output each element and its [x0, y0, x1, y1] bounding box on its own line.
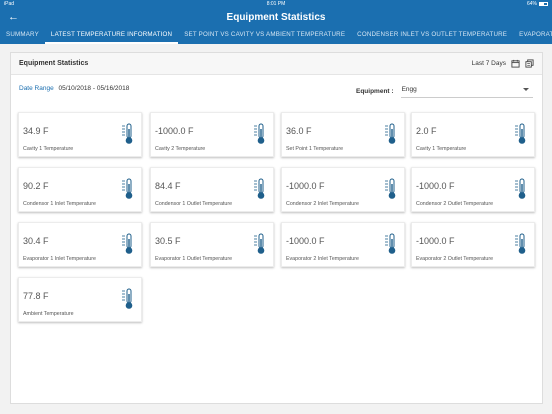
- temperature-label: Cavity 1 Temperature: [23, 146, 74, 152]
- export-icon[interactable]: [525, 59, 534, 68]
- statistics-panel: Equipment Statistics Last 7 Days Date Ra…: [10, 52, 543, 404]
- thermometer-icon: [514, 233, 527, 255]
- page-title: Equipment Statistics: [226, 12, 326, 23]
- temperature-card[interactable]: 84.4 F Condensor 1 Outlet Temperature: [150, 167, 274, 212]
- nav-bar: ← Equipment Statistics: [0, 8, 552, 28]
- thermometer-icon: [121, 178, 134, 200]
- date-range: Date Range 05/10/2018 - 05/16/2018: [19, 85, 129, 92]
- thermometer-icon: [253, 178, 266, 200]
- thermometer-icon: [121, 233, 134, 255]
- thermometer-icon: [121, 288, 134, 310]
- temperature-value: -1000.0 F: [286, 236, 325, 246]
- temperature-label: Evaporator 1 Outlet Temperature: [155, 256, 233, 262]
- period-label[interactable]: Last 7 Days: [472, 60, 506, 67]
- temperature-label: Evaporator 2 Outlet Temperature: [416, 256, 494, 262]
- thermometer-icon: [384, 123, 397, 145]
- equipment-selected-value: Engg: [401, 86, 417, 93]
- temperature-value: 30.5 F: [155, 236, 181, 246]
- tab-condenser-inlet-outlet[interactable]: CONDENSER INLET VS OUTLET TEMPERATURE: [351, 28, 513, 44]
- period-selector: Last 7 Days: [472, 59, 534, 68]
- temperature-value: 77.8 F: [23, 291, 49, 301]
- temperature-label: Cavity 1 Temperature: [416, 146, 467, 152]
- temperature-card[interactable]: 34.9 F Cavity 1 Temperature: [18, 112, 142, 157]
- equipment-filter: Equipment : Engg: [356, 84, 533, 98]
- tab-summary[interactable]: SUMMARY: [0, 28, 45, 44]
- temperature-card[interactable]: 90.2 F Condensor 1 Inlet Temperature: [18, 167, 142, 212]
- temperature-label: Evaporator 2 Inlet Temperature: [286, 256, 359, 262]
- tab-setpoint-cavity-ambient[interactable]: SET POINT VS CAVITY VS AMBIENT TEMPERATU…: [178, 28, 351, 44]
- temperature-value: 2.0 F: [416, 126, 437, 136]
- thermometer-icon: [253, 233, 266, 255]
- status-time: 8:01 PM: [266, 1, 286, 7]
- temperature-card[interactable]: -1000.0 F Cavity 2 Temperature: [150, 112, 274, 157]
- temperature-value: -1000.0 F: [155, 126, 194, 136]
- temperature-value: 84.4 F: [155, 181, 181, 191]
- date-range-value: 05/10/2018 - 05/16/2018: [58, 85, 130, 92]
- chevron-down-icon: [522, 88, 529, 91]
- temperature-value: -1000.0 F: [286, 181, 325, 191]
- temperature-label: Cavity 2 Temperature: [155, 146, 206, 152]
- status-bar: iPad 8:01 PM 64%: [0, 0, 552, 8]
- temperature-card[interactable]: 2.0 F Cavity 1 Temperature: [411, 112, 535, 157]
- temperature-card[interactable]: 36.0 F Set Point 1 Temperature: [281, 112, 405, 157]
- temperature-card[interactable]: 30.4 F Evaporator 1 Inlet Temperature: [18, 222, 142, 267]
- panel-title: Equipment Statistics: [19, 60, 89, 67]
- calendar-icon[interactable]: [511, 59, 520, 68]
- temperature-value: 30.4 F: [23, 236, 49, 246]
- tab-bar: SUMMARY LATEST TEMPERATURE INFORMATION S…: [0, 28, 552, 44]
- date-range-label: Date Range: [19, 85, 54, 92]
- temperature-label: Condensor 1 Inlet Temperature: [23, 201, 96, 207]
- tab-latest-temperature[interactable]: LATEST TEMPERATURE INFORMATION: [44, 28, 179, 44]
- temperature-value: 90.2 F: [23, 181, 49, 191]
- thermometer-icon: [121, 123, 134, 145]
- battery-percent: 64%: [526, 1, 537, 7]
- temperature-label: Ambient Temperature: [23, 311, 74, 317]
- thermometer-icon: [514, 178, 527, 200]
- battery-icon: [539, 2, 548, 6]
- temperature-card[interactable]: 77.8 F Ambient Temperature: [18, 277, 142, 322]
- thermometer-icon: [384, 233, 397, 255]
- thermometer-icon: [253, 123, 266, 145]
- temperature-card[interactable]: -1000.0 F Evaporator 2 Outlet Temperature: [411, 222, 535, 267]
- temperature-value: 36.0 F: [286, 126, 312, 136]
- tab-evaporator[interactable]: EVAPORATO: [513, 28, 552, 44]
- equipment-select[interactable]: Engg: [400, 84, 533, 98]
- temperature-value: 34.9 F: [23, 126, 49, 136]
- equipment-label: Equipment :: [356, 87, 394, 95]
- temperature-label: Set Point 1 Temperature: [286, 146, 344, 152]
- temperature-value: -1000.0 F: [416, 181, 455, 191]
- panel-header: Equipment Statistics Last 7 Days: [11, 53, 542, 75]
- battery-status: 64%: [527, 1, 548, 7]
- temperature-card[interactable]: -1000.0 F Condensor 2 Inlet Temperature: [281, 167, 405, 212]
- thermometer-icon: [514, 123, 527, 145]
- temperature-label: Condensor 1 Outlet Temperature: [155, 201, 233, 207]
- temperature-label: Evaporator 1 Inlet Temperature: [23, 256, 96, 262]
- temperature-value: -1000.0 F: [416, 236, 455, 246]
- temperature-label: Condensor 2 Inlet Temperature: [286, 201, 359, 207]
- thermometer-icon: [384, 178, 397, 200]
- temperature-card[interactable]: 30.5 F Evaporator 1 Outlet Temperature: [150, 222, 274, 267]
- temperature-card[interactable]: -1000.0 F Evaporator 2 Inlet Temperature: [281, 222, 405, 267]
- temperature-card[interactable]: -1000.0 F Condensor 2 Outlet Temperature: [411, 167, 535, 212]
- temperature-label: Condensor 2 Outlet Temperature: [416, 201, 494, 207]
